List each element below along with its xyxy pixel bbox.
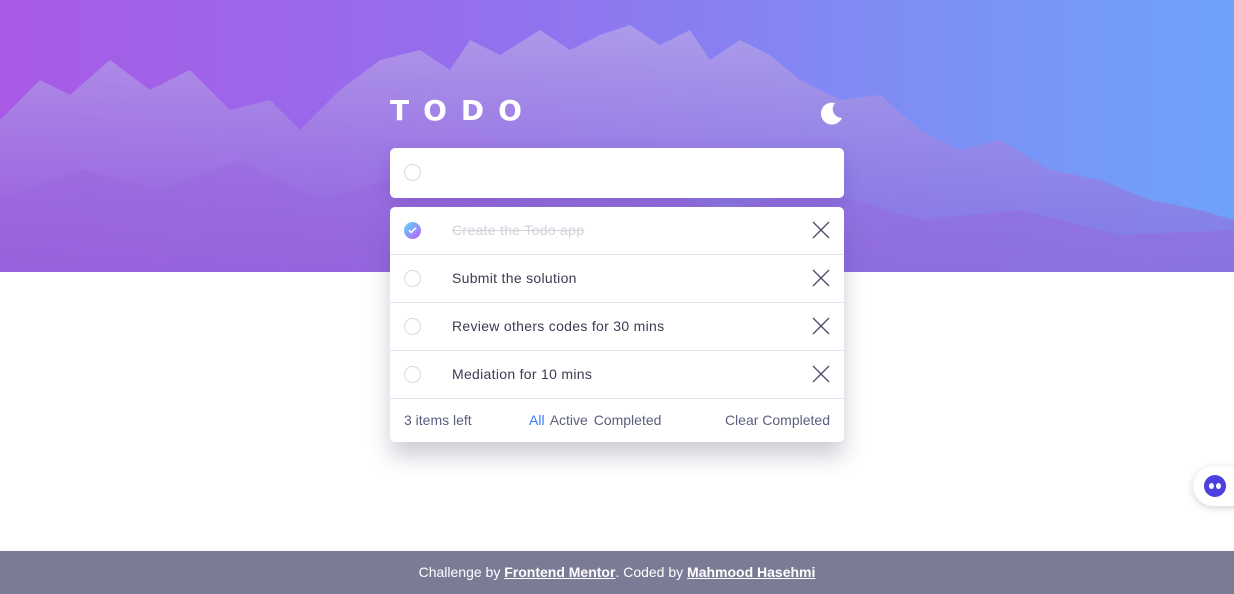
chat-eye-right [1216,483,1221,489]
chat-bot-icon[interactable] [1193,466,1234,506]
todo-text: Review others codes for 30 mins [452,318,665,334]
todo-text: Submit the solution [452,270,577,286]
todo-check-circle[interactable] [404,222,421,239]
close-icon[interactable] [812,317,830,335]
site-footer: Challenge by Frontend Mentor. Coded by M… [0,551,1234,594]
todo-list: Create the Todo app Submit the solution … [390,207,844,442]
footer-prefix: Challenge by [418,564,501,580]
todo-check-circle[interactable] [404,270,421,287]
app-title: TODO [390,94,536,127]
filter-group: All Active Completed [529,412,663,428]
clear-completed-button[interactable]: Clear Completed [725,412,830,428]
close-icon[interactable] [812,221,830,239]
close-icon[interactable] [812,365,830,383]
todo-item: Review others codes for 30 mins [390,303,844,351]
todo-item: Create the Todo app [390,207,844,255]
close-icon[interactable] [812,269,830,287]
todo-text: Create the Todo app [452,222,585,238]
todo-item: Submit the solution [390,255,844,303]
new-todo-input[interactable] [442,158,826,190]
todo-check-circle[interactable] [404,318,421,335]
todo-item: Mediation for 10 mins [390,351,844,399]
moon-icon[interactable] [818,100,844,126]
chat-bubble [1204,475,1226,497]
header: TODO [390,92,844,132]
author-link[interactable]: Mahmood Hasehmi [687,564,815,580]
filter-completed[interactable]: Completed [594,412,662,428]
check-icon [408,227,417,234]
footer-middle: . Coded by [615,564,684,580]
list-footer: 3 items left All Active Completed Clear … [390,399,844,442]
items-left-count: 3 items left [404,412,472,428]
new-todo-check-circle[interactable] [404,164,421,181]
filter-active[interactable]: Active [550,412,588,428]
todo-check-circle[interactable] [404,366,421,383]
frontend-mentor-link[interactable]: Frontend Mentor [504,564,615,580]
filter-all[interactable]: All [529,412,545,428]
new-todo-box [390,148,844,198]
todo-text: Mediation for 10 mins [452,366,593,382]
chat-eye-left [1209,483,1214,489]
